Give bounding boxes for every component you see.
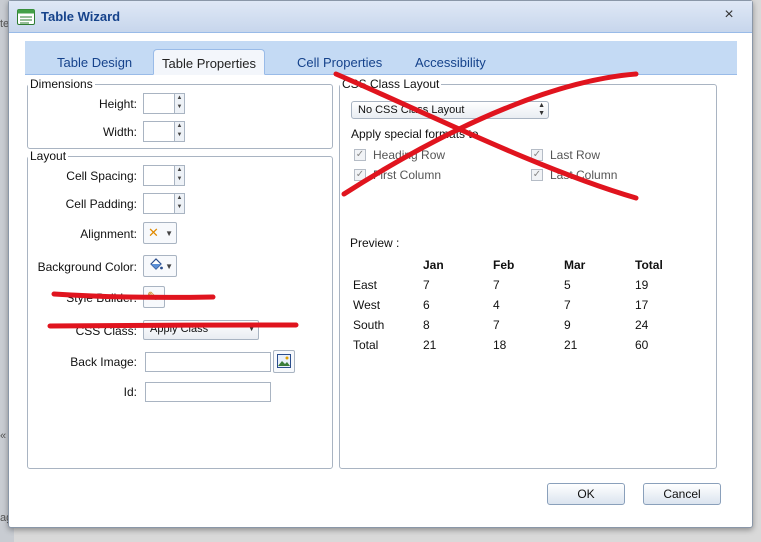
style-builder-icon: ✎ xyxy=(147,289,158,304)
table-cell: 4 xyxy=(493,298,500,312)
chevron-down-icon: ▼ xyxy=(248,326,255,333)
table-cell: South xyxy=(353,318,385,332)
width-spinner[interactable]: ▲ ▼ xyxy=(143,121,185,142)
table-cell: 7 xyxy=(564,298,571,312)
table-cell: 60 xyxy=(635,338,649,352)
table-cell: 17 xyxy=(635,298,649,312)
spin-down-icon[interactable]: ▼ xyxy=(175,203,184,212)
last-row-label: Last Row xyxy=(550,148,601,162)
width-label: Width: xyxy=(102,125,137,139)
css-class-label: CSS Class: xyxy=(75,324,137,338)
chevron-down-icon: ▼ xyxy=(165,229,173,238)
first-column-checkbox[interactable]: ✓ xyxy=(354,169,366,181)
select-arrows-icon: ▲ ▼ xyxy=(538,102,545,117)
table-cell: 21 xyxy=(423,338,437,352)
preview-header-cell xyxy=(353,255,423,275)
cell-spacing-spinner[interactable]: ▲ ▼ xyxy=(143,165,185,186)
ok-button[interactable]: OK xyxy=(547,483,625,505)
tab-table-design[interactable]: Table Design xyxy=(49,49,140,75)
css-class-layout-legend: CSS Class Layout xyxy=(342,77,440,91)
css-class-value: Apply Class xyxy=(150,323,209,335)
back-image-label: Back Image: xyxy=(70,355,137,369)
table-cell: 7 xyxy=(423,278,430,292)
table-row: East 7 7 5 19 xyxy=(353,275,685,295)
tab-content: Dimensions Height: ▲ ▼ Width: ▲ ▼ Layout C… xyxy=(25,75,737,475)
tab-strip: Table Design Table Properties Cell Prope… xyxy=(25,41,737,75)
cell-padding-spinner[interactable]: ▲ ▼ xyxy=(143,193,185,214)
css-layout-select[interactable]: No CSS Class Layout ▲ ▼ xyxy=(351,101,549,119)
tab-table-properties[interactable]: Table Properties xyxy=(153,49,265,75)
paint-bucket-icon xyxy=(150,258,163,270)
table-cell: 7 xyxy=(493,318,500,332)
preview-header-cell: Jan xyxy=(423,258,444,272)
dialog-title: Table Wizard xyxy=(41,9,121,24)
height-label: Height: xyxy=(98,97,137,111)
cell-padding-label: Cell Padding: xyxy=(65,197,137,211)
table-cell: 9 xyxy=(564,318,571,332)
table-cell: West xyxy=(353,298,381,312)
spin-up-icon[interactable]: ▲ xyxy=(175,122,184,131)
style-builder-label: Style Builder: xyxy=(66,291,137,305)
css-class-select[interactable]: Apply Class ▼ xyxy=(143,320,259,340)
spin-down-icon[interactable]: ▼ xyxy=(175,175,184,184)
table-cell: 19 xyxy=(635,278,649,292)
preview-header-cell: Total xyxy=(635,258,663,272)
css-layout-select-value: No CSS Class Layout xyxy=(358,104,465,116)
image-browse-button[interactable] xyxy=(273,350,295,373)
tab-accessibility[interactable]: Accessibility xyxy=(407,49,494,75)
last-row-checkbox[interactable]: ✓ xyxy=(531,149,543,161)
table-row: West 6 4 7 17 xyxy=(353,295,685,315)
table-row: South 8 7 9 24 xyxy=(353,315,685,335)
back-image-input[interactable] xyxy=(145,352,271,372)
table-cell: 6 xyxy=(423,298,430,312)
cancel-button[interactable]: Cancel xyxy=(643,483,721,505)
heading-row-checkbox[interactable]: ✓ xyxy=(354,149,366,161)
table-cell: East xyxy=(353,278,378,292)
preview-header-row: Jan Feb Mar Total xyxy=(353,255,685,275)
cell-spacing-label: Cell Spacing: xyxy=(66,169,137,183)
table-cell: 18 xyxy=(493,338,507,352)
last-column-label: Last Column xyxy=(550,168,618,182)
apply-formats-label: Apply special formats to xyxy=(351,127,479,141)
table-wizard-icon xyxy=(17,9,35,25)
title-bar[interactable]: Table Wizard × xyxy=(9,1,752,33)
dimensions-legend: Dimensions xyxy=(30,77,93,91)
image-icon xyxy=(277,354,291,368)
preview-header-cell: Mar xyxy=(564,258,586,272)
style-builder-button[interactable]: ✎ xyxy=(143,286,165,308)
table-cell: 8 xyxy=(423,318,430,332)
preview-label: Preview : xyxy=(350,236,400,250)
spin-down-icon[interactable]: ▼ xyxy=(175,103,184,112)
layout-legend: Layout xyxy=(30,149,67,163)
id-label: Id: xyxy=(123,385,137,399)
table-wizard-dialog: Table Wizard × Table Design Table Proper… xyxy=(8,0,753,528)
background-color-label: Background Color: xyxy=(37,260,137,274)
background-color-picker[interactable]: ▼ xyxy=(143,255,177,277)
table-cell: 7 xyxy=(493,278,500,292)
tab-cell-properties[interactable]: Cell Properties xyxy=(289,49,390,75)
alignment-label: Alignment: xyxy=(80,227,137,241)
first-column-label: First Column xyxy=(373,168,442,182)
spin-up-icon[interactable]: ▲ xyxy=(175,94,184,103)
heading-row-label: Heading Row xyxy=(373,148,446,162)
preview-header-cell: Feb xyxy=(493,258,515,272)
table-cell: 24 xyxy=(635,318,649,332)
last-column-checkbox[interactable]: ✓ xyxy=(531,169,543,181)
spin-up-icon[interactable]: ▲ xyxy=(175,166,184,175)
close-icon[interactable]: × xyxy=(720,6,738,24)
spin-down-icon[interactable]: ▼ xyxy=(175,131,184,140)
id-input[interactable] xyxy=(145,382,271,402)
height-spinner[interactable]: ▲ ▼ xyxy=(143,93,185,114)
preview-table: Jan Feb Mar Total East 7 7 5 19 West 6 4… xyxy=(353,255,685,355)
alignment-picker[interactable]: ✕ ▼ xyxy=(143,222,177,244)
spin-up-icon[interactable]: ▲ xyxy=(175,194,184,203)
table-cell: 21 xyxy=(564,338,578,352)
table-row: Total 21 18 21 60 xyxy=(353,335,685,355)
table-cell: 5 xyxy=(564,278,571,292)
chevron-down-icon: ▼ xyxy=(165,262,173,271)
table-cell: Total xyxy=(353,338,379,352)
alignment-icon: ✕ xyxy=(148,225,159,240)
